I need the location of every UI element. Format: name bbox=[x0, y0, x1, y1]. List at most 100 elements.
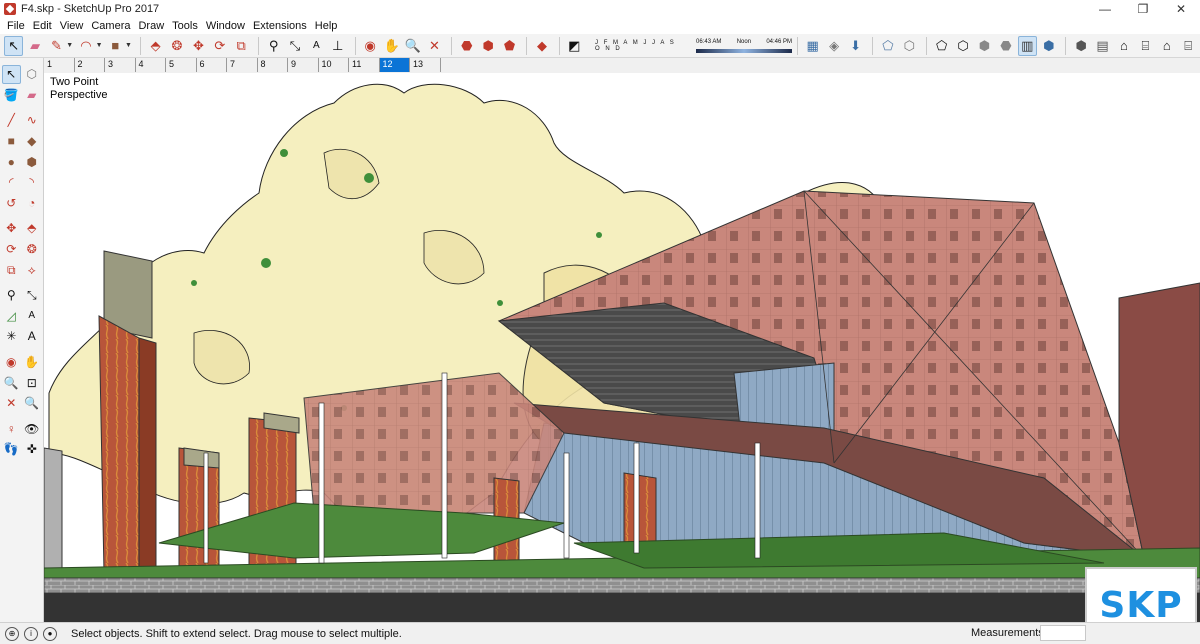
tab-scene-6[interactable]: 6 bbox=[197, 58, 227, 72]
components-icon[interactable]: ▦ bbox=[803, 36, 822, 56]
tab-scene-7[interactable]: 7 bbox=[227, 58, 258, 72]
dimension-icon[interactable]: ⤡ bbox=[23, 286, 42, 305]
tape-measure-icon[interactable]: ⚲ bbox=[264, 36, 283, 56]
shadow-date-slider[interactable]: J F M A M J J A S O N D 06:43 AM Noon 04… bbox=[592, 37, 793, 55]
warehouse-icon[interactable]: ⬣ bbox=[457, 36, 476, 56]
layout-icon[interactable]: ⬟ bbox=[500, 36, 519, 56]
shaded-icon[interactable]: ⬡ bbox=[953, 36, 972, 56]
pie-icon[interactable]: ◔ bbox=[23, 193, 42, 212]
look-around-icon[interactable]: 👁 bbox=[23, 419, 42, 438]
rotate-icon[interactable]: ⟳ bbox=[2, 240, 21, 259]
shadow-settings-icon[interactable]: ◆ bbox=[532, 36, 551, 56]
menu-help[interactable]: Help bbox=[311, 20, 342, 32]
back-edges-icon[interactable]: ⬠ bbox=[878, 36, 897, 56]
wireframe-icon[interactable]: ⬡ bbox=[900, 36, 919, 56]
make-component-icon[interactable]: ⬡ bbox=[23, 65, 41, 84]
arc-icon[interactable]: ◠ bbox=[76, 36, 95, 56]
texture-mode-icon[interactable]: ▥ bbox=[1017, 35, 1038, 56]
tab-scene-2[interactable]: 2 bbox=[75, 58, 105, 72]
tab-scene-11[interactable]: 11 bbox=[349, 58, 380, 72]
hidden-line-icon[interactable]: ⬠ bbox=[932, 36, 951, 56]
shadow-time-slider[interactable]: 06:43 AM Noon 04:46 PM bbox=[696, 39, 793, 53]
pan-icon[interactable]: ✋ bbox=[382, 36, 401, 56]
text-icon[interactable]: A bbox=[307, 36, 326, 56]
offset-icon[interactable]: ⟡ bbox=[23, 260, 42, 279]
right-view-icon[interactable]: ⌸ bbox=[1136, 36, 1155, 56]
rotated-rectangle-icon[interactable]: ◆ bbox=[23, 132, 42, 151]
select-icon[interactable]: ↖ bbox=[4, 35, 24, 56]
scale-icon[interactable]: ⧉ bbox=[2, 260, 21, 279]
protractor-icon[interactable]: ◿ bbox=[2, 306, 21, 325]
tab-scene-10[interactable]: 10 bbox=[319, 58, 349, 72]
zoom-extents-icon[interactable]: ✕ bbox=[2, 394, 21, 413]
select-icon[interactable]: ↖ bbox=[2, 64, 21, 84]
menu-draw[interactable]: Draw bbox=[134, 20, 168, 32]
orbit-icon[interactable]: ◉ bbox=[360, 36, 379, 56]
shaded-textures-icon[interactable]: ⬢ bbox=[975, 36, 994, 56]
move-icon[interactable]: ✥ bbox=[189, 36, 208, 56]
zoom-window-icon[interactable]: ⊡ bbox=[23, 373, 42, 392]
tab-scene-4[interactable]: 4 bbox=[136, 58, 166, 72]
tab-scene-12[interactable]: 12 bbox=[379, 58, 410, 72]
push-pull-icon[interactable]: ⬘ bbox=[23, 219, 42, 238]
credits-icon[interactable]: i bbox=[24, 626, 38, 641]
back-view-icon[interactable]: ⌂ bbox=[1157, 36, 1176, 56]
face-style-icon[interactable]: ⬢ bbox=[1039, 36, 1058, 56]
shadows-icon[interactable]: ◩ bbox=[565, 36, 584, 56]
eraser-icon[interactable]: ▰ bbox=[25, 36, 44, 56]
paint-bucket-icon[interactable]: 🪣 bbox=[2, 85, 21, 104]
freehand-icon[interactable]: ∿ bbox=[23, 111, 42, 130]
iso-view-icon[interactable]: ⬢ bbox=[1071, 36, 1090, 56]
tab-scene-8[interactable]: 8 bbox=[258, 58, 288, 72]
tab-scene-5[interactable]: 5 bbox=[166, 58, 197, 72]
menu-window[interactable]: Window bbox=[202, 20, 249, 32]
three-point-arc-icon[interactable]: ↺ bbox=[2, 193, 21, 212]
styles-icon[interactable]: ◈ bbox=[824, 36, 843, 56]
time-bar[interactable] bbox=[696, 48, 793, 53]
menu-extensions[interactable]: Extensions bbox=[249, 20, 311, 32]
zoom-icon[interactable]: 🔍 bbox=[2, 373, 21, 392]
sign-in-icon[interactable]: ● bbox=[43, 626, 57, 641]
axes-icon[interactable]: ⊥ bbox=[328, 36, 347, 56]
axes-icon[interactable]: ✳ bbox=[2, 327, 21, 346]
previous-view-icon[interactable]: 🔍 bbox=[23, 394, 42, 413]
arc-icon[interactable]: ◜ bbox=[2, 173, 21, 192]
text-icon[interactable]: A bbox=[23, 306, 42, 325]
menu-file[interactable]: File bbox=[3, 20, 29, 32]
rectangle-icon[interactable]: ■ bbox=[2, 132, 21, 151]
menu-edit[interactable]: Edit bbox=[29, 20, 56, 32]
model-viewport[interactable]: Two Point Perspective SKP bbox=[44, 73, 1200, 622]
geo-location-icon[interactable]: ⊕ bbox=[5, 626, 19, 641]
tab-scene-1[interactable]: 1 bbox=[44, 58, 75, 72]
pencil-icon[interactable]: ✎ bbox=[47, 36, 66, 56]
maximize-button[interactable]: ❐ bbox=[1124, 0, 1162, 18]
dimension-icon[interactable]: ⤡ bbox=[285, 36, 304, 56]
shadow-months[interactable]: J F M A M J J A S O N D bbox=[592, 40, 688, 52]
move-icon[interactable]: ✥ bbox=[2, 219, 21, 238]
push-pull-icon[interactable]: ⬘ bbox=[146, 36, 165, 56]
polygon-icon[interactable]: ⬢ bbox=[23, 152, 42, 171]
walk-icon[interactable]: 👣 bbox=[2, 440, 21, 459]
pan-icon[interactable]: ✋ bbox=[23, 353, 42, 372]
rotate-icon[interactable]: ⟳ bbox=[210, 36, 229, 56]
section-plane-icon[interactable]: ✜ bbox=[23, 440, 42, 459]
zoom-extents-icon[interactable]: ✕ bbox=[425, 36, 444, 56]
shape-dropdown-icon[interactable]: ▼ bbox=[125, 42, 132, 49]
pencil-dropdown-icon[interactable]: ▼ bbox=[66, 42, 73, 49]
line-icon[interactable]: ╱ bbox=[2, 111, 21, 130]
follow-me-icon[interactable]: ❂ bbox=[167, 36, 186, 56]
3d-text-icon[interactable]: A bbox=[23, 327, 42, 346]
tab-scene-9[interactable]: 9 bbox=[288, 58, 319, 72]
menu-tools[interactable]: Tools bbox=[168, 20, 202, 32]
minimize-button[interactable]: — bbox=[1086, 0, 1124, 18]
xray-icon[interactable]: ⬇ bbox=[846, 36, 865, 56]
top-view-icon[interactable]: ▤ bbox=[1093, 36, 1112, 56]
tape-measure-icon[interactable]: ⚲ bbox=[2, 286, 21, 305]
menu-camera[interactable]: Camera bbox=[87, 20, 134, 32]
tab-scene-13[interactable]: 13 bbox=[410, 58, 441, 72]
orbit-icon[interactable]: ◉ bbox=[2, 353, 21, 372]
front-view-icon[interactable]: ⌂ bbox=[1114, 36, 1133, 56]
zoom-icon[interactable]: 🔍 bbox=[403, 36, 422, 56]
menu-view[interactable]: View bbox=[56, 20, 88, 32]
rectangle-icon[interactable]: ■ bbox=[106, 36, 125, 56]
